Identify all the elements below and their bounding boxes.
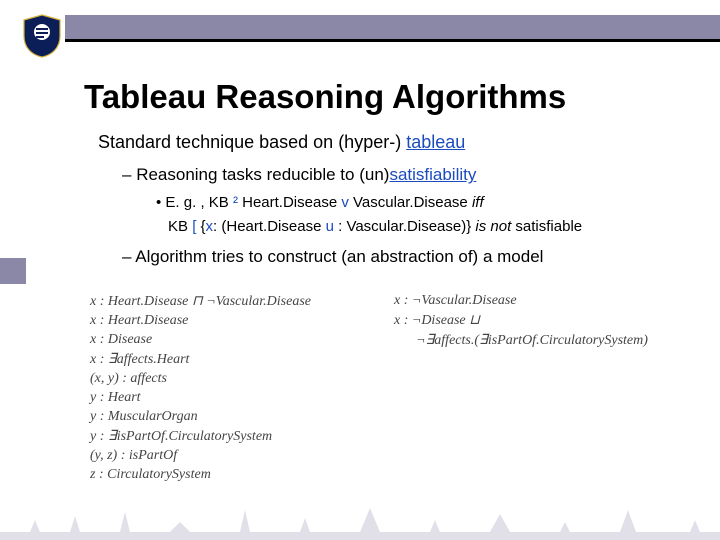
header-underline	[65, 39, 720, 42]
line-standard-technique: Standard technique based on (hyper-) tab…	[98, 130, 680, 154]
example-line-1: E. g. , KB ² Heart.Disease v Vascular.Di…	[156, 193, 680, 213]
slide-body: Standard technique based on (hyper-) tab…	[98, 130, 680, 275]
text-isnot: is not	[475, 218, 511, 235]
text: {	[196, 218, 205, 235]
text: : Vascular.Disease)}	[334, 218, 475, 235]
formula-row: ¬∃affects.(∃isPartOf.CirculatorySystem)	[394, 332, 680, 349]
formula-row: (y, z) : isPartOf	[90, 448, 376, 464]
skyline-icon	[0, 502, 720, 540]
bullet-algorithm: Algorithm tries to construct (an abstrac…	[122, 246, 680, 269]
formula-row: (x, y) : affects	[90, 371, 376, 387]
var-x: x	[206, 218, 214, 235]
text: Standard technique based on (hyper-)	[98, 132, 406, 152]
formula-row: x : Disease	[90, 332, 376, 348]
header-bar	[65, 15, 720, 39]
text: : (Heart.Disease	[213, 218, 326, 235]
symbol-and: u	[326, 218, 334, 235]
keyword-tableau: tableau	[406, 132, 465, 152]
left-accent	[0, 258, 26, 284]
text: Reasoning tasks reducible to (un)	[136, 165, 389, 184]
text: E. g. , KB	[165, 194, 233, 211]
formula-row: y : ∃isPartOf.CirculatorySystem	[90, 428, 376, 445]
text: KB	[168, 218, 192, 235]
text-iff: iff	[472, 194, 484, 211]
text: satisfiable	[511, 218, 582, 235]
text: Algorithm tries to construct (an abstrac…	[135, 247, 543, 266]
text: Heart.Disease	[238, 194, 341, 211]
footer	[0, 498, 720, 540]
oxford-crest-icon	[22, 14, 62, 58]
formula-row: x : Heart.Disease ⊓ ¬Vascular.Disease	[90, 293, 376, 310]
formula-row: x : Heart.Disease	[90, 313, 376, 329]
formula-row: x : ¬Vascular.Disease	[394, 293, 680, 309]
keyword-satisfiability: satisfiability	[389, 165, 476, 184]
right-column: x : ¬Vascular.Disease x : ¬Disease ⊔ ¬∃a…	[394, 290, 680, 486]
left-column: x : Heart.Disease ⊓ ¬Vascular.Disease x …	[90, 290, 376, 486]
bullet-reducible: Reasoning tasks reducible to (un)satisfi…	[122, 164, 680, 187]
formula-row: x : ∃affects.Heart	[90, 351, 376, 368]
formula-row: y : Heart	[90, 390, 376, 406]
symbol-subclass: v	[341, 194, 349, 211]
text: Vascular.Disease	[349, 194, 472, 211]
example-line-2: KB [ {x: (Heart.Disease u : Vascular.Dis…	[168, 217, 680, 237]
formula-row: z : CirculatorySystem	[90, 467, 376, 483]
slide: Tableau Reasoning Algorithms Standard te…	[0, 0, 720, 540]
formula-row: y : MuscularOrgan	[90, 409, 376, 425]
formula-row: x : ¬Disease ⊔	[394, 312, 680, 329]
slide-title: Tableau Reasoning Algorithms	[84, 78, 566, 116]
formula-columns: x : Heart.Disease ⊓ ¬Vascular.Disease x …	[90, 290, 680, 486]
